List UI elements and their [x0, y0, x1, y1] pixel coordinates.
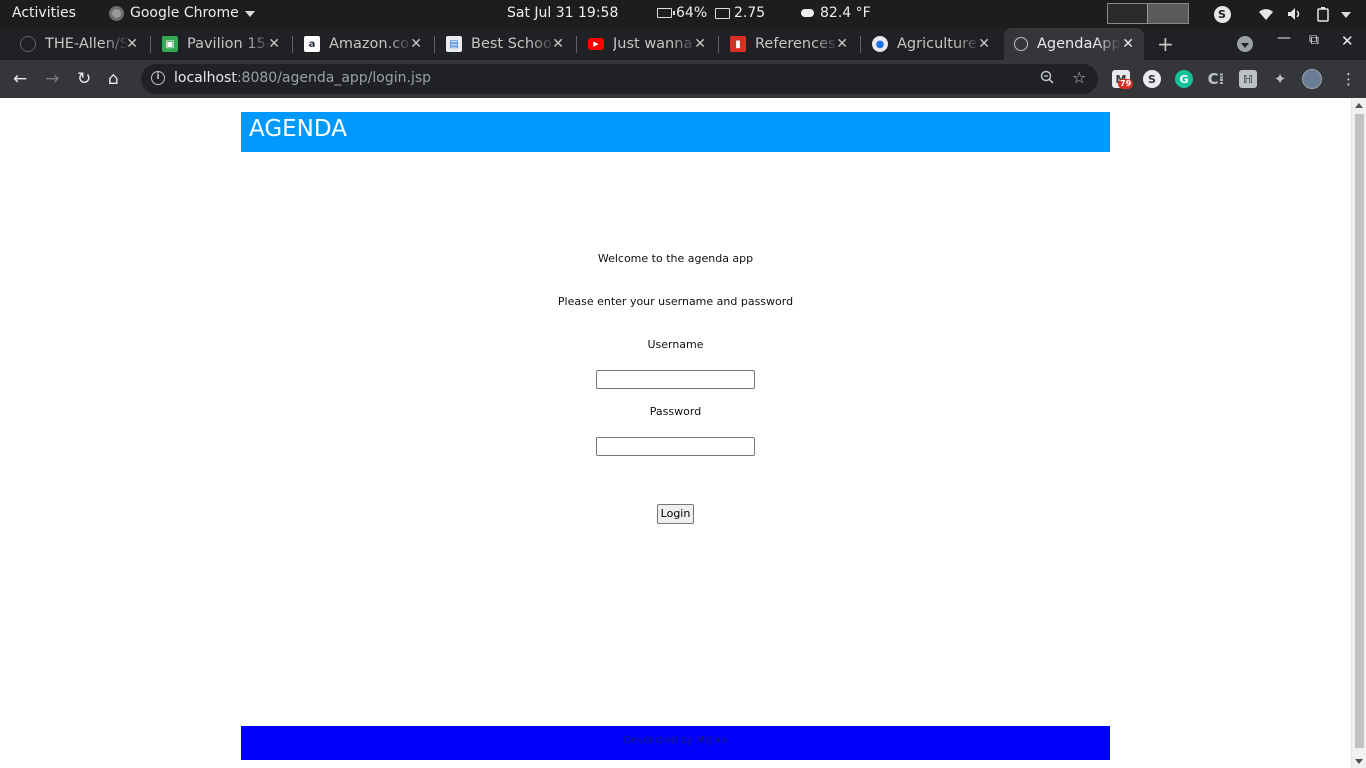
vertical-scrollbar[interactable] — [1351, 98, 1366, 768]
activities-button[interactable]: Activities — [12, 5, 76, 21]
agriculture-icon: ● — [872, 36, 888, 52]
tab-search-icon[interactable] — [1237, 36, 1253, 52]
clock[interactable]: Sat Jul 31 19:58 — [507, 5, 618, 21]
new-tab-button[interactable]: + — [1157, 32, 1174, 56]
address-bar[interactable]: i localhost:8080/agenda_app/login.jsp ☆ — [141, 64, 1098, 94]
tab-title: Agriculture — [897, 36, 977, 52]
bookmark-star-icon[interactable]: ☆ — [1072, 68, 1086, 87]
welcome-text: Welcome to the agenda app — [597, 252, 754, 265]
cloud-icon — [801, 9, 814, 17]
close-icon[interactable]: ✕ — [126, 36, 138, 52]
browser-toolbar: ← → ↻ ⌂ i localhost:8080/agenda_app/logi… — [0, 60, 1366, 98]
login-button[interactable]: Login — [657, 504, 694, 524]
github-icon — [20, 36, 36, 52]
battery-indicator[interactable]: 64% — [657, 5, 707, 21]
tab-strip: THE-Allen/S ✕ ▣ Pavilion 15- ✕ a Amazon.… — [0, 28, 1366, 60]
monitor-icon — [715, 7, 730, 19]
maximize-button[interactable]: ⧉ — [1309, 32, 1319, 48]
system-monitor-graph[interactable] — [1107, 3, 1189, 24]
tab-youtube[interactable]: ▶ Just wanna ✕ — [588, 28, 716, 60]
login-prompt: Please enter your username and password — [557, 295, 794, 308]
system-menu-chevron-icon[interactable] — [1336, 4, 1356, 24]
gmail-badge: 79 — [1118, 79, 1134, 89]
tab-agriculture[interactable]: ● Agriculture ✕ — [872, 28, 1000, 60]
tab-title: Amazon.co — [329, 36, 410, 52]
password-field[interactable] — [596, 437, 755, 456]
url-path: :8080/agenda_app/login.jsp — [236, 70, 432, 86]
url-host: localhost — [174, 70, 237, 86]
battery-icon — [657, 8, 675, 18]
pavilion-icon: ▣ — [162, 36, 178, 52]
close-icon[interactable]: ✕ — [268, 36, 280, 52]
weather-indicator[interactable]: 82.4 °F — [801, 5, 871, 21]
page-header: AGENDA — [241, 112, 1110, 152]
site-info-icon[interactable]: i — [151, 71, 165, 85]
tab-title: AgendaApp — [1037, 36, 1121, 52]
battery-percent: 64% — [676, 5, 708, 21]
minimize-button[interactable]: — — [1277, 30, 1291, 46]
translate-extension-icon[interactable]: ℍ — [1239, 70, 1257, 88]
close-icon[interactable]: ✕ — [552, 36, 564, 52]
extensions-puzzle-icon[interactable]: ✦ — [1271, 70, 1289, 88]
load-indicator[interactable]: 2.75 — [715, 5, 765, 21]
skype-tray-icon[interactable]: S — [1212, 4, 1232, 24]
load-value: 2.75 — [734, 5, 766, 21]
reload-icon[interactable]: ↻ — [77, 69, 91, 89]
youtube-icon: ▶ — [588, 38, 604, 50]
gmail-extension-icon[interactable]: M79 — [1112, 70, 1134, 89]
scroll-up-arrow-icon[interactable] — [1355, 103, 1363, 108]
footer-text: Developed by M@ira — [623, 735, 728, 746]
tab-best-school[interactable]: ▤ Best Schoo ✕ — [446, 28, 574, 60]
power-icon[interactable] — [1314, 4, 1334, 24]
password-label: Password — [649, 405, 702, 418]
tab-agendaapp[interactable]: AgendaApp ✕ — [1004, 28, 1144, 60]
username-field[interactable] — [596, 370, 755, 389]
tab-title: Best Schoo — [471, 36, 552, 52]
tab-amazon[interactable]: a Amazon.co ✕ — [304, 28, 432, 60]
page-viewport: AGENDA Welcome to the agenda app Please … — [0, 98, 1366, 768]
tab-github[interactable]: THE-Allen/S ✕ — [20, 28, 148, 60]
temperature: 82.4 °F — [820, 5, 871, 21]
tab-title: Pavilion 15- — [187, 36, 271, 52]
volume-icon[interactable] — [1284, 4, 1304, 24]
close-icon[interactable]: ✕ — [1122, 36, 1134, 52]
grammarly-extension-icon[interactable]: G — [1175, 70, 1193, 88]
more-menu-icon[interactable]: ⋮ — [1341, 69, 1356, 89]
tab-title: References — [755, 36, 836, 52]
tab-references[interactable]: ▮ References ✕ — [730, 28, 858, 60]
page-title: AGENDA — [249, 116, 347, 142]
close-icon[interactable]: ✕ — [410, 36, 422, 52]
app-name: Google Chrome — [130, 5, 239, 21]
amazon-icon: a — [304, 36, 320, 52]
profile-avatar[interactable] — [1302, 69, 1322, 89]
forward-arrow-icon[interactable]: → — [45, 69, 59, 89]
skype-extension-icon[interactable]: S — [1143, 70, 1161, 88]
wifi-icon[interactable] — [1256, 4, 1276, 24]
username-label: Username — [647, 338, 704, 351]
chrome-icon — [109, 5, 124, 21]
back-arrow-icon[interactable]: ← — [13, 69, 27, 89]
url-text[interactable]: localhost:8080/agenda_app/login.jsp — [174, 70, 431, 86]
tab-pavilion[interactable]: ▣ Pavilion 15- ✕ — [162, 28, 290, 60]
code-extension-icon[interactable]: C⁞ — [1207, 70, 1225, 88]
page-footer: Developed by M@ira — [241, 726, 1110, 760]
app-menu[interactable]: Google Chrome — [109, 5, 255, 21]
system-top-bar: Activities Google Chrome Sat Jul 31 19:5… — [0, 0, 1366, 28]
close-icon[interactable]: ✕ — [978, 36, 990, 52]
window-close-button[interactable]: ✕ — [1341, 32, 1354, 50]
school-icon: ▤ — [446, 36, 462, 52]
tab-title: Just wanna — [613, 36, 693, 52]
scrollbar-thumb[interactable] — [1355, 114, 1364, 748]
tab-title: THE-Allen/S — [45, 36, 129, 52]
references-icon: ▮ — [730, 36, 746, 52]
home-icon[interactable]: ⌂ — [108, 69, 119, 89]
scroll-down-arrow-icon[interactable] — [1355, 759, 1363, 764]
close-icon[interactable]: ✕ — [836, 36, 848, 52]
close-icon[interactable]: ✕ — [694, 36, 706, 52]
globe-icon — [1014, 37, 1028, 51]
chevron-down-icon — [244, 11, 255, 17]
zoom-icon[interactable] — [1040, 70, 1054, 88]
